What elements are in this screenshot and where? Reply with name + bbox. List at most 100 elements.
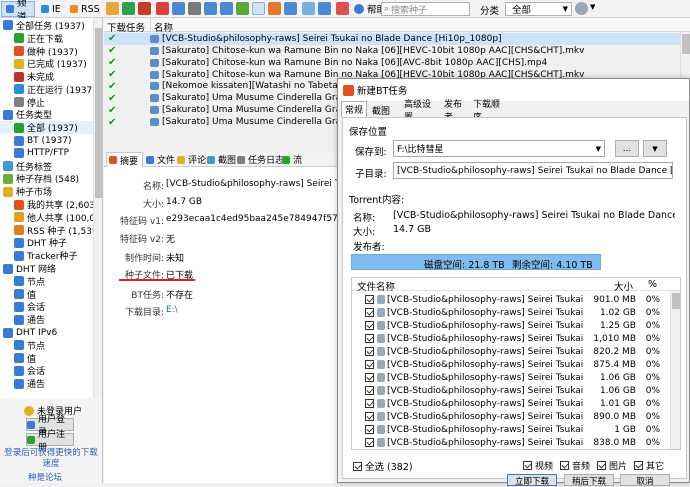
sidebar-item[interactable]: 值 [0, 288, 102, 301]
file-row[interactable]: [VCB-Studio&philosophy-raws] Seirei Tsuk… [352, 371, 670, 384]
move-down-icon[interactable] [220, 2, 233, 15]
checkbox-checked-icon[interactable] [365, 347, 374, 356]
download-later-button[interactable]: 稍后下载 [564, 474, 614, 487]
stats-icon[interactable] [302, 2, 315, 15]
sidebar-item[interactable]: 值 [0, 352, 102, 365]
sidebar-scrollbar[interactable] [93, 18, 102, 398]
browse-menu-button[interactable]: ▼ [643, 140, 667, 157]
file-row[interactable]: [VCB-Studio&philosophy-raws] Seirei Tsuk… [352, 345, 670, 358]
register-button[interactable]: 用户注册 [26, 430, 74, 453]
sidebar-item[interactable]: 节点 [0, 339, 102, 352]
start-icon[interactable] [122, 2, 135, 15]
detail-tab[interactable]: 文件 [144, 153, 175, 166]
dialog-tab[interactable]: 常规 [341, 101, 367, 117]
filter-checkbox[interactable]: 图片 [597, 459, 627, 472]
dialog-tab[interactable]: 发布者 [441, 100, 468, 123]
dialog-tab[interactable]: 高级设置 [401, 100, 439, 123]
sidebar-item[interactable]: 任务类型 [0, 109, 102, 121]
file-row[interactable]: [VCB-Studio&philosophy-raws] Seirei Tsuk… [352, 358, 670, 371]
sidebar-item[interactable]: 做种 (1937) [0, 45, 102, 58]
tab-channel[interactable]: 频道 [1, 0, 35, 23]
sidebar-item[interactable]: RSS 种子 (1,539) [0, 224, 102, 237]
sidebar-item[interactable]: Tracker种子 [0, 249, 102, 262]
filter-checkbox[interactable]: 其它 [634, 459, 664, 472]
file-row[interactable]: [VCB-Studio&philosophy-raws] Seirei Tsuk… [352, 423, 670, 436]
select-all-checkbox[interactable]: 全选 (382) [353, 459, 413, 473]
dialog-tab[interactable]: 截图 [369, 103, 399, 117]
rss-feed-icon[interactable] [268, 2, 281, 15]
download-now-button[interactable]: 立即下载 [507, 474, 557, 487]
checkbox-checked-icon[interactable] [365, 295, 374, 304]
task-row[interactable]: ✔ [Sakurato] Chitose-kun wa Ramune Bin no… [104, 45, 690, 57]
sidebar-item[interactable]: DHT IPv6 [0, 326, 102, 339]
cancel-button[interactable]: 取消 [620, 474, 670, 487]
column-header-name[interactable]: 名称 [154, 20, 173, 34]
sidebar-item[interactable]: 通告 [0, 313, 102, 326]
new-task-icon[interactable] [106, 2, 119, 15]
detail-tab[interactable]: 评论 [175, 153, 206, 166]
sidebar-item[interactable]: 停止 [0, 96, 102, 109]
file-row[interactable]: [VCB-Studio&philosophy-raws] Seirei Tsuk… [352, 436, 670, 449]
sidebar-item[interactable]: 通告 [0, 377, 102, 390]
properties-icon[interactable] [188, 2, 201, 15]
sidebar-item[interactable]: DHT 种子 [0, 237, 102, 249]
sidebar-item[interactable]: HTTP/FTP [0, 147, 102, 160]
sidebar-item[interactable]: DHT 网络 [0, 262, 102, 275]
sidebar-item[interactable]: 任务标签 [0, 160, 102, 173]
file-row[interactable]: [VCB-Studio&philosophy-raws] Seirei Tsuk… [352, 397, 670, 410]
file-row[interactable]: [VCB-Studio&philosophy-raws] Seirei Tsuk… [352, 332, 670, 345]
sidebar-item[interactable]: 正在下载 [0, 32, 102, 45]
delete-icon[interactable] [156, 2, 169, 15]
sidebar-item[interactable]: 全部任务 (1937) [0, 19, 102, 32]
sidebar-scroll-thumb[interactable] [95, 28, 102, 198]
settings-gear-icon[interactable] [575, 2, 588, 15]
sidebar-item[interactable]: BT (1937) [0, 134, 102, 147]
bt-icon[interactable] [252, 2, 265, 15]
file-table-scrollbar[interactable] [670, 291, 680, 449]
detail-tab[interactable]: 任务日志 [235, 153, 284, 166]
sidebar-item[interactable]: 节点 [0, 275, 102, 288]
checkbox-checked-icon[interactable] [365, 360, 374, 369]
detail-tab[interactable]: 截图 [205, 153, 236, 166]
sidebar-item[interactable]: 全部 (1937) [0, 121, 102, 134]
sidebar-item[interactable]: 会话 [0, 301, 102, 313]
column-header-file-name[interactable]: 文件名称 [357, 279, 395, 293]
sidebar-item[interactable]: 我的共享 (2,603) [0, 198, 102, 211]
detail-field-value[interactable]: E:\ [166, 305, 342, 315]
file-row[interactable]: [VCB-Studio&philosophy-raws] Seirei Tsuk… [352, 410, 670, 423]
task-list-scroll-thumb[interactable] [682, 34, 690, 54]
task-row[interactable]: ✔ [Sakurato] Chitose-kun wa Ramune Bin no… [104, 57, 690, 69]
forum-link[interactable]: 种是论坛 [28, 471, 62, 483]
checkbox-checked-icon[interactable] [365, 425, 374, 434]
column-header-percent[interactable]: % [648, 279, 657, 290]
file-row[interactable]: [VCB-Studio&philosophy-raws] Seirei Tsuk… [352, 293, 670, 306]
move-up-icon[interactable] [204, 2, 217, 15]
subdir-input[interactable]: [VCB-Studio&philosophy-raws] Seirei Tsuk… [393, 162, 673, 179]
sidebar-item[interactable]: 会话 [0, 365, 102, 377]
detail-tab[interactable]: 流 [280, 153, 310, 166]
checkbox-checked-icon[interactable] [365, 438, 374, 447]
window-icon[interactable] [318, 2, 331, 15]
sidebar-item[interactable]: 种子市场 [0, 185, 102, 198]
file-row[interactable]: [VCB-Studio&philosophy-raws] Seirei Tsuk… [352, 384, 670, 397]
detail-tab[interactable]: 摘要 [106, 152, 143, 167]
download-icon[interactable] [284, 2, 297, 15]
dialog-tab[interactable]: 下载顺序 [470, 100, 508, 123]
settings-dropdown-icon[interactable]: ▼ [590, 3, 595, 11]
file-row[interactable]: [VCB-Studio&philosophy-raws] Seirei Tsuk… [352, 306, 670, 319]
file-scroll-thumb[interactable] [672, 293, 680, 309]
column-header-task[interactable]: 下载任务 [107, 20, 145, 34]
sidebar-item[interactable]: 种子存档 (548) [0, 173, 102, 185]
sidebar-item[interactable]: 他人共享 (100,00 [0, 211, 102, 224]
file-row[interactable]: [VCB-Studio&philosophy-raws] Seirei Tsuk… [352, 319, 670, 332]
tab-ie[interactable]: IE [37, 1, 65, 17]
power-icon[interactable] [336, 2, 349, 15]
open-folder-icon[interactable] [172, 2, 185, 15]
checkbox-checked-icon[interactable] [365, 412, 374, 421]
column-header-size[interactable]: 大小 [614, 279, 633, 293]
tab-rss[interactable]: RSS [66, 1, 100, 17]
share-icon[interactable] [236, 2, 249, 15]
checkbox-checked-icon[interactable] [365, 373, 374, 382]
checkbox-checked-icon[interactable] [365, 399, 374, 408]
checkbox-checked-icon[interactable] [365, 386, 374, 395]
